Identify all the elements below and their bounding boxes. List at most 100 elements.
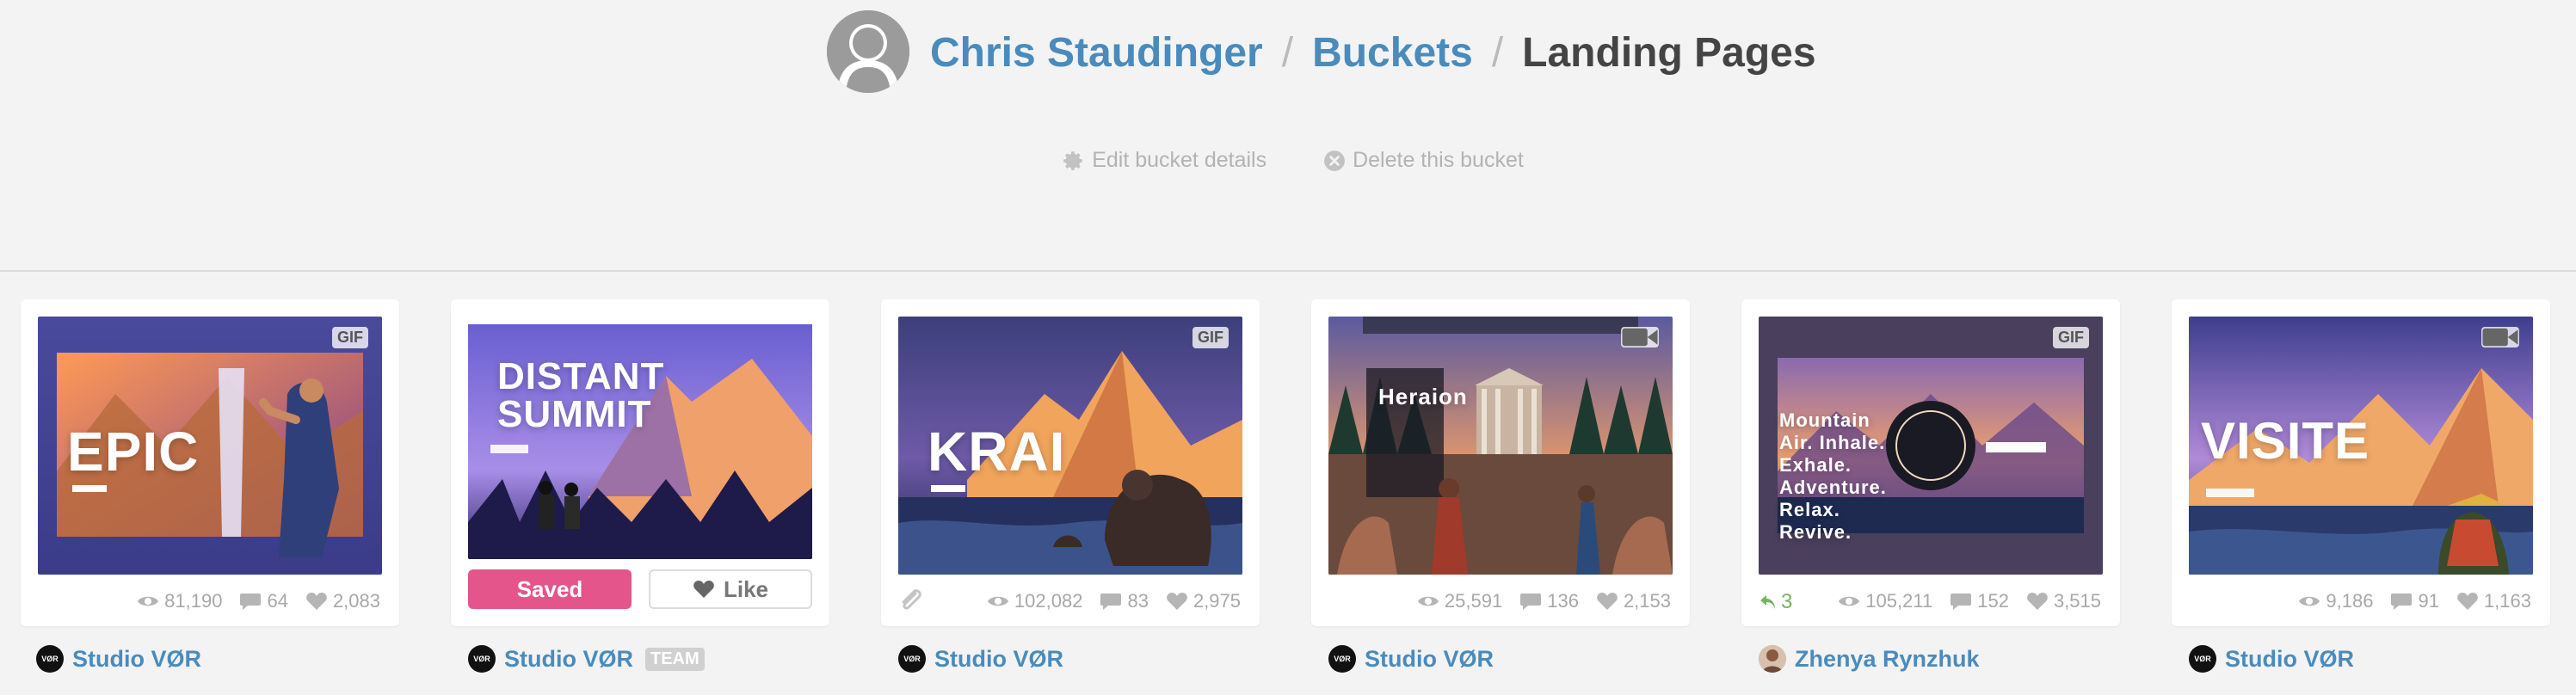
rebound-arrow-icon <box>1760 595 1775 609</box>
heart-icon <box>693 581 714 598</box>
comments-count: 91 <box>2418 590 2439 612</box>
breadcrumb-separator: / <box>1281 29 1294 76</box>
eye-icon <box>2299 596 2320 606</box>
comments-count: 152 <box>1977 590 2009 612</box>
shot-owner[interactable]: VØR Studio VØR TEAM <box>468 645 705 673</box>
shot-thumbnail[interactable]: GIF KRAI <box>898 317 1242 575</box>
default-avatar-icon <box>827 10 909 93</box>
likes-count: 2,975 <box>1192 590 1241 612</box>
edit-bucket-link[interactable]: Edit bucket details <box>1063 148 1266 173</box>
video-camera-icon <box>2482 328 2518 347</box>
shot-card: GIF EPIC 81,190 64 2,083 <box>21 299 399 626</box>
video-camera-icon <box>1622 328 1658 347</box>
eye-icon <box>1839 596 1860 606</box>
shot-stats: 105,211 152 3,515 <box>1838 588 2101 614</box>
shot-thumbnail[interactable]: GIF Mountain Air. Inhale. Exhale. Advent… <box>1759 317 2103 575</box>
gif-badge: GIF <box>1192 327 1229 348</box>
delete-bucket-link[interactable]: Delete this bucket <box>1323 148 1524 173</box>
shot-title: Heraion <box>1378 384 1468 409</box>
delete-bucket-label: Delete this bucket <box>1353 148 1524 172</box>
eye-icon <box>138 596 159 606</box>
shot-card: GIF KRAI 102,082 83 2,975 <box>881 299 1260 626</box>
likes-count: 2,083 <box>332 590 380 612</box>
user-avatar[interactable] <box>827 10 909 93</box>
breadcrumb: Chris Staudinger / Buckets / Landing Pag… <box>930 24 1816 81</box>
video-badge <box>2481 327 2519 348</box>
views-count: 25,591 <box>1444 590 1503 612</box>
comments-stat[interactable]: 83 <box>1100 590 1149 612</box>
heart-icon <box>1167 593 1187 610</box>
breadcrumb-separator: / <box>1491 29 1504 76</box>
shot-thumbnail[interactable]: GIF EPIC <box>38 317 382 575</box>
shot-thumbnail[interactable]: VISITE <box>2189 317 2533 575</box>
comments-stat[interactable]: 64 <box>239 590 288 612</box>
likes-stat[interactable]: 3,515 <box>2026 590 2101 612</box>
views-count: 105,211 <box>1865 590 1933 612</box>
views-stat: 105,211 <box>1838 590 1932 612</box>
like-button[interactable]: Like <box>649 569 812 609</box>
shot-owner[interactable]: VØR Studio VØR <box>36 645 201 673</box>
shot-stats: 102,082 83 2,975 <box>987 588 1241 614</box>
likes-count: 1,163 <box>2483 590 2531 612</box>
eye-icon <box>987 596 1008 606</box>
heart-icon <box>2027 593 2048 610</box>
shot-thumbnail[interactable]: Heraion <box>1328 317 1673 575</box>
comments-count: 83 <box>1127 590 1149 612</box>
views-stat: 9,186 <box>2298 590 2373 612</box>
bucket-header: Chris Staudinger / Buckets / Landing Pag… <box>0 0 2576 272</box>
owner-name[interactable]: Studio VØR <box>934 646 1063 673</box>
comments-stat[interactable]: 91 <box>2390 590 2439 612</box>
owner-name[interactable]: Studio VØR <box>2225 646 2354 673</box>
owner-name[interactable]: Studio VØR <box>1365 646 1494 673</box>
shot-card: GIF Mountain Air. Inhale. Exhale. Advent… <box>1741 299 2120 626</box>
comment-icon <box>1950 594 1972 610</box>
likes-count: 2,153 <box>1623 590 1671 612</box>
likes-stat[interactable]: 2,153 <box>1596 590 1671 612</box>
views-count: 81,190 <box>164 590 223 612</box>
comment-icon <box>2391 594 2413 610</box>
gif-badge: GIF <box>2053 327 2089 348</box>
shot-stats: 25,591 136 2,153 <box>1417 588 1671 614</box>
attachment-icon[interactable] <box>898 588 926 614</box>
shot-owner[interactable]: VØR Studio VØR <box>1328 645 1494 673</box>
shot-card: DISTANT SUMMIT Saved Like <box>451 299 829 626</box>
owner-name[interactable]: Zhenya Rynzhuk <box>1795 646 1980 673</box>
shot-title: EPIC <box>67 421 200 483</box>
breadcrumb-buckets-link[interactable]: Buckets <box>1312 29 1473 77</box>
comments-count: 136 <box>1547 590 1579 612</box>
shot-stats: 81,190 64 2,083 <box>137 588 380 614</box>
views-stat: 102,082 <box>987 590 1083 612</box>
rebound-stat[interactable]: 3 <box>1759 590 1792 614</box>
shot-title: KRAI <box>927 421 1066 483</box>
shot-thumbnail[interactable]: DISTANT SUMMIT <box>468 317 812 559</box>
views-count: 102,082 <box>1014 590 1083 612</box>
likes-count: 3,515 <box>2053 590 2101 612</box>
likes-stat[interactable]: 1,163 <box>2456 590 2531 612</box>
views-stat: 81,190 <box>137 590 222 612</box>
shot-owner[interactable]: VØR Studio VØR <box>2189 645 2354 673</box>
views-count: 9,186 <box>2326 590 2374 612</box>
comments-count: 64 <box>267 590 288 612</box>
shot-title: VISITE <box>2201 412 2370 470</box>
comments-stat[interactable]: 152 <box>1950 590 2009 612</box>
user-avatar <box>1759 645 1786 673</box>
team-avatar: VØR <box>898 645 926 673</box>
comments-stat[interactable]: 136 <box>1519 590 1579 612</box>
saved-button[interactable]: Saved <box>468 569 632 609</box>
likes-stat[interactable]: 2,083 <box>305 590 380 612</box>
video-badge <box>1621 327 1659 348</box>
gif-badge: GIF <box>332 327 368 348</box>
shot-artwork <box>468 324 812 559</box>
shot-title: Mountain Air. Inhale. Exhale. Adventure.… <box>1779 409 1887 543</box>
heart-icon <box>2457 593 2478 610</box>
owner-name[interactable]: Studio VØR <box>504 646 633 673</box>
edit-bucket-label: Edit bucket details <box>1092 148 1267 172</box>
team-badge: TEAM <box>645 647 705 671</box>
likes-stat[interactable]: 2,975 <box>1166 590 1241 612</box>
breadcrumb-user-link[interactable]: Chris Staudinger <box>930 29 1263 77</box>
team-avatar: VØR <box>36 645 64 673</box>
shot-owner[interactable]: VØR Studio VØR <box>898 645 1063 673</box>
eye-icon <box>1417 596 1439 606</box>
shot-owner[interactable]: Zhenya Rynzhuk <box>1759 645 1980 673</box>
owner-name[interactable]: Studio VØR <box>72 646 201 673</box>
